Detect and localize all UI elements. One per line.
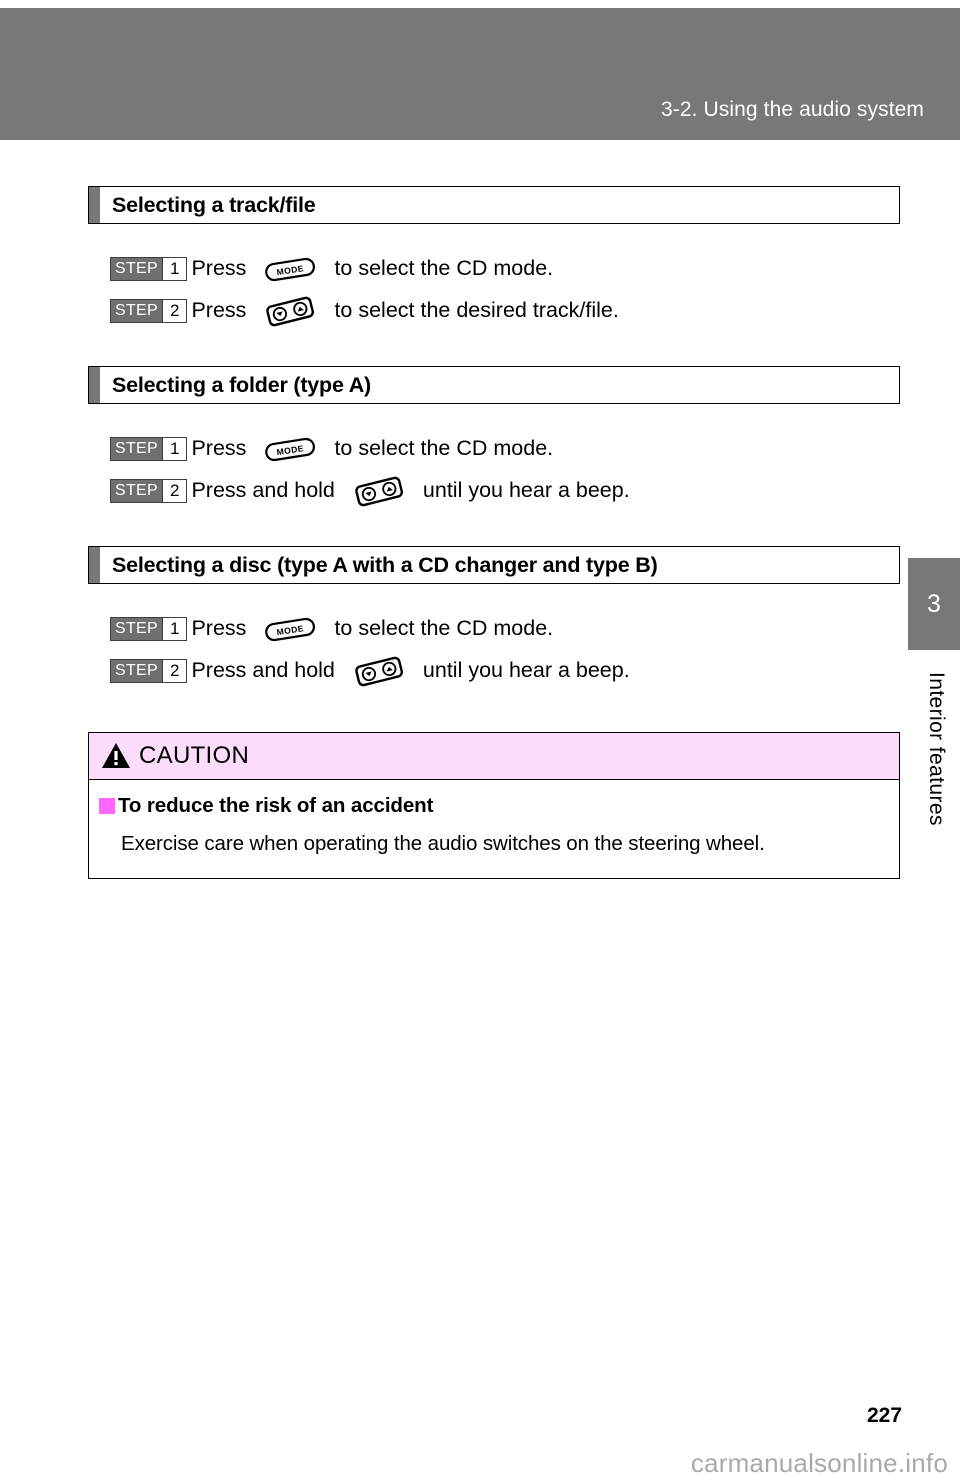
- watermark: carmanualsonline.info: [690, 1448, 948, 1478]
- step-badge-number: 1: [162, 258, 187, 280]
- seek-updown-button-icon: [262, 294, 318, 328]
- section-heading-disc: Selecting a disc (type A with a CD chang…: [88, 546, 900, 584]
- step-row: STEP 1 Press MODE to select the CD mode.: [110, 428, 900, 470]
- page-header-band: 3-2. Using the audio system: [0, 8, 960, 140]
- caution-paragraph: Exercise care when operating the audio s…: [121, 832, 765, 855]
- step-badge-number: 1: [162, 438, 187, 460]
- chapter-number: 3: [927, 589, 941, 618]
- heading-accent-bar: [89, 547, 100, 583]
- step-badge-number: 2: [162, 660, 187, 682]
- step-badge-word: STEP: [111, 480, 162, 502]
- step-text-after: to select the CD mode.: [334, 256, 554, 281]
- square-bullet-icon: [99, 798, 115, 814]
- step-text-after: to select the desired track/file.: [334, 298, 619, 323]
- heading-accent-bar: [89, 187, 100, 223]
- step-text-before: Press: [191, 256, 247, 281]
- step-row: STEP 1 Press MODE to select the CD mode.: [110, 248, 900, 290]
- step-badge: STEP 1: [110, 437, 188, 461]
- chapter-tab: 3: [908, 558, 960, 650]
- step-text-after: to select the CD mode.: [334, 436, 554, 461]
- caution-label: CAUTION: [139, 742, 250, 769]
- mode-button-icon: MODE: [262, 434, 318, 464]
- step-text-after: until you hear a beep.: [422, 478, 630, 503]
- chapter-side-label: Interior features: [925, 672, 948, 826]
- page-number: 227: [866, 1404, 902, 1427]
- step-badge-word: STEP: [111, 618, 162, 640]
- step-badge-word: STEP: [111, 438, 162, 460]
- warning-triangle-icon: [101, 742, 131, 770]
- section-heading-track-file: Selecting a track/file: [88, 186, 900, 224]
- step-text-after: until you hear a beep.: [422, 658, 630, 683]
- step-badge-word: STEP: [111, 258, 162, 280]
- section-title: Selecting a track/file: [112, 192, 316, 217]
- mode-button-icon: MODE: [262, 614, 318, 644]
- step-text-after: to select the CD mode.: [334, 616, 554, 641]
- step-text-before: Press: [191, 298, 247, 323]
- step-badge: STEP 2: [110, 659, 188, 683]
- step-badge: STEP 2: [110, 479, 188, 503]
- step-list-folder: STEP 1 Press MODE to select the CD mode.…: [88, 428, 900, 512]
- caution-box: CAUTION To reduce the risk of an acciden…: [88, 732, 900, 879]
- step-badge-number: 2: [162, 480, 187, 502]
- section-title: Selecting a folder (type A): [112, 372, 372, 397]
- step-row: STEP 2 Press and hold until you hear a b: [110, 650, 900, 692]
- step-text-before: Press and hold: [191, 658, 335, 683]
- step-badge: STEP 1: [110, 617, 188, 641]
- section-heading-folder: Selecting a folder (type A): [88, 366, 900, 404]
- step-list-disc: STEP 1 Press MODE to select the CD mode.…: [88, 608, 900, 692]
- caution-subheading-row: To reduce the risk of an accident: [99, 794, 885, 818]
- step-badge-number: 2: [162, 300, 187, 322]
- seek-updown-button-icon: [351, 474, 407, 508]
- step-list-track-file: STEP 1 Press MODE to select the CD mode.…: [88, 248, 900, 332]
- step-row: STEP 1 Press MODE to select the CD mode.: [110, 608, 900, 650]
- step-badge-word: STEP: [111, 300, 162, 322]
- seek-updown-button-icon: [351, 654, 407, 688]
- main-content: Selecting a track/file STEP 1 Press MODE…: [88, 186, 900, 879]
- step-badge-word: STEP: [111, 660, 162, 682]
- step-text-before: Press and hold: [191, 478, 335, 503]
- step-row: STEP 2 Press to select the desired track: [110, 290, 900, 332]
- step-badge: STEP 1: [110, 257, 188, 281]
- step-badge: STEP 2: [110, 299, 188, 323]
- caution-subheading: To reduce the risk of an accident: [118, 794, 434, 817]
- step-text-before: Press: [191, 436, 247, 461]
- mode-button-icon: MODE: [262, 254, 318, 284]
- caution-body: To reduce the risk of an accident Exerci…: [89, 780, 899, 878]
- step-text-before: Press: [191, 616, 247, 641]
- step-badge-number: 1: [162, 618, 187, 640]
- step-row: STEP 2 Press and hold until you hear a b: [110, 470, 900, 512]
- caution-header: CAUTION: [89, 733, 899, 780]
- section-title: Selecting a disc (type A with a CD chang…: [112, 552, 658, 577]
- heading-accent-bar: [89, 367, 100, 403]
- chapter-title: 3-2. Using the audio system: [661, 98, 924, 121]
